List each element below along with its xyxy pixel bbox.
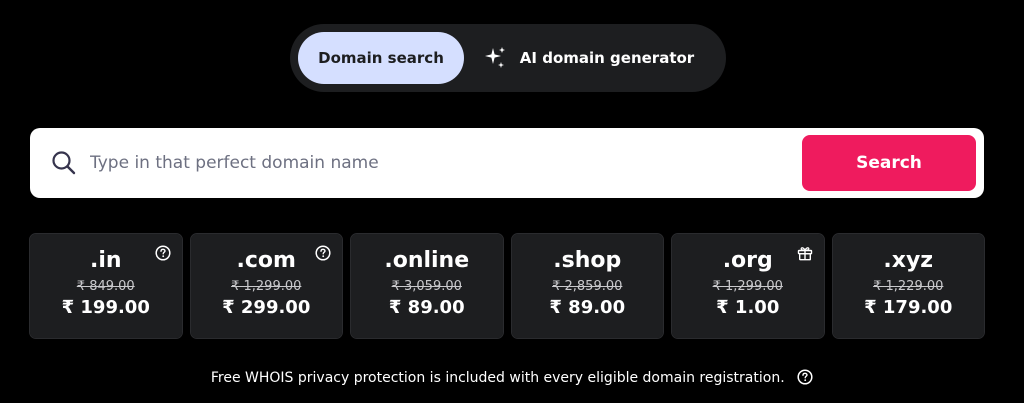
tld-old-price: ₹ 3,059.00 xyxy=(391,279,462,294)
tld-price: ₹ 299.00 xyxy=(222,297,311,318)
tld-card-xyz[interactable]: .xyz ₹ 1,229.00 ₹ 179.00 xyxy=(831,233,985,339)
whois-privacy-note: Free WHOIS privacy protection is include… xyxy=(0,368,1024,388)
tab-domain-search[interactable]: Domain search xyxy=(298,32,464,84)
search-mode-toggle: Domain search AI domain generator xyxy=(290,24,726,92)
help-circle-icon[interactable] xyxy=(315,245,331,261)
tld-card-shop[interactable]: .shop ₹ 2,859.00 ₹ 89.00 xyxy=(510,233,664,339)
search-icon xyxy=(52,151,76,175)
tld-old-price: ₹ 1,229.00 xyxy=(873,279,944,294)
search-button[interactable]: Search xyxy=(802,135,976,191)
tab-ai-domain-generator-label: AI domain generator xyxy=(519,49,695,67)
tld-price: ₹ 199.00 xyxy=(61,297,150,318)
tab-ai-domain-generator[interactable]: AI domain generator xyxy=(476,32,700,84)
tld-card-in[interactable]: .in ₹ 849.00 ₹ 199.00 xyxy=(29,233,183,339)
tld-old-price: ₹ 2,859.00 xyxy=(552,279,623,294)
tld-price: ₹ 1.00 xyxy=(716,297,780,318)
tld-price: ₹ 89.00 xyxy=(549,297,626,318)
tld-name: .xyz xyxy=(883,248,934,273)
sparkle-icon xyxy=(484,47,505,68)
tld-card-online[interactable]: .online ₹ 3,059.00 ₹ 89.00 xyxy=(350,233,504,339)
tld-price-list: .in ₹ 849.00 ₹ 199.00 .com ₹ 1,299.00 ₹ … xyxy=(29,233,985,339)
tld-price: ₹ 89.00 xyxy=(388,297,465,318)
tld-old-price: ₹ 849.00 xyxy=(76,279,135,294)
tld-name: .online xyxy=(384,248,470,273)
tab-domain-search-label: Domain search xyxy=(318,49,444,67)
tld-price: ₹ 179.00 xyxy=(864,297,953,318)
domain-search-bar: Search xyxy=(30,128,984,198)
tld-card-org[interactable]: .org ₹ 1,299.00 ₹ 1.00 xyxy=(671,233,825,339)
domain-search-input[interactable] xyxy=(90,140,790,186)
gift-icon xyxy=(797,247,812,261)
tld-card-com[interactable]: .com ₹ 1,299.00 ₹ 299.00 xyxy=(189,233,343,339)
help-circle-icon[interactable] xyxy=(797,369,813,385)
tld-old-price: ₹ 1,299.00 xyxy=(231,279,302,294)
whois-privacy-note-text: Free WHOIS privacy protection is include… xyxy=(210,370,785,386)
tld-old-price: ₹ 1,299.00 xyxy=(712,279,783,294)
tld-name: .shop xyxy=(553,248,622,273)
help-circle-icon[interactable] xyxy=(154,245,171,261)
